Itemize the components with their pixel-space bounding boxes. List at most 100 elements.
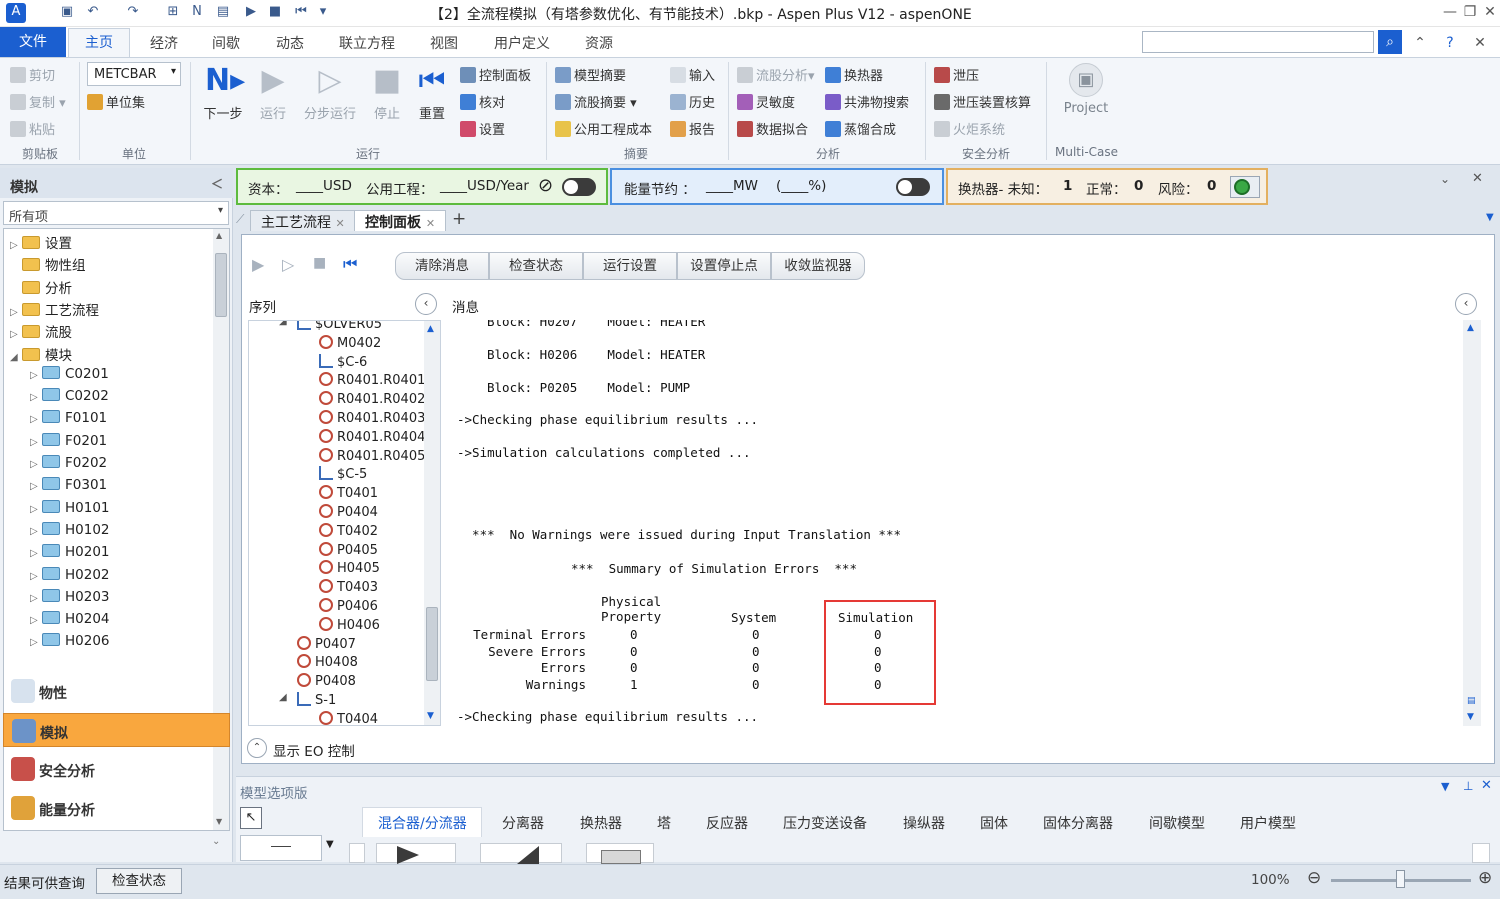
paste-button[interactable]: 粘贴 <box>10 119 55 138</box>
palette-tab-user-models[interactable]: 用户模型 <box>1240 813 1296 833</box>
help-icon[interactable]: ? <box>1440 33 1460 53</box>
step-button[interactable]: ▷ 分步运行 <box>300 63 360 122</box>
model-summary-button[interactable]: 模型摘要 <box>555 65 626 84</box>
expand-arrow-icon[interactable]: ▷ <box>10 240 22 251</box>
expand-arrow-icon[interactable]: ◢ <box>279 692 287 703</box>
redo-icon[interactable]: ↷ <box>124 3 142 21</box>
relief-button[interactable]: 泄压 <box>934 65 979 84</box>
settings-button[interactable]: 设置 <box>460 119 505 138</box>
expand-arrow-icon[interactable]: ◢ <box>279 321 287 327</box>
unit-sets-button[interactable]: 单位集 <box>87 92 145 111</box>
chevron-down-icon[interactable]: ⌄ <box>1440 172 1450 186</box>
sequence-item[interactable]: H0406 <box>319 616 380 633</box>
nav-tree-item[interactable]: ▷ H0201 <box>30 544 110 560</box>
control-panel-button[interactable]: 控制面板 <box>460 65 531 84</box>
nav-tree-item[interactable]: ▷ 工艺流程 <box>10 299 99 319</box>
expand-eo-icon[interactable]: ⌃ <box>247 738 267 758</box>
tab-view[interactable]: 视图 <box>430 33 458 53</box>
palette-scroll-right[interactable] <box>1472 843 1490 863</box>
collapse-sequence-icon[interactable]: ‹ <box>415 293 437 315</box>
sequence-item[interactable]: T0402 <box>319 522 378 539</box>
data-fit-button[interactable]: 数据拟合 <box>737 119 808 138</box>
expand-arrow-icon[interactable]: ▷ <box>30 392 42 403</box>
flare-system-button[interactable]: 火炬系统 <box>934 119 1005 138</box>
tab-batch[interactable]: 间歇 <box>212 33 240 53</box>
unit-set-select[interactable]: METCBAR ▾ <box>87 62 181 86</box>
restore-icon[interactable]: ❐ <box>1460 2 1480 22</box>
pointer-tool-icon[interactable]: ↖ <box>240 807 262 829</box>
nav-properties-button[interactable]: 物性 <box>3 674 230 708</box>
project-button[interactable]: ▣ Project <box>1058 63 1114 116</box>
expand-arrow-icon[interactable]: ▷ <box>10 329 22 340</box>
sequence-item[interactable]: P0404 <box>319 504 378 520</box>
nav-tree-item[interactable]: ▷ H0204 <box>30 611 110 627</box>
model-palette-icon[interactable]: ⊞ <box>164 3 182 21</box>
tab-home[interactable]: 主页 <box>68 28 130 58</box>
close-icon[interactable]: ✕ <box>1480 2 1500 22</box>
stop-button[interactable]: ■ 停止 <box>367 63 407 122</box>
copy-button[interactable]: 复制 ▾ <box>10 92 66 111</box>
expand-arrow-icon[interactable]: ▷ <box>30 637 42 648</box>
expand-arrow-icon[interactable]: ▷ <box>30 437 42 448</box>
zoom-out-icon[interactable]: ⊖ <box>1307 868 1321 888</box>
expand-arrow-icon[interactable]: ▷ <box>30 459 42 470</box>
palette-scroll-left[interactable] <box>349 843 365 863</box>
expand-arrow-icon[interactable]: ▷ <box>30 481 42 492</box>
energy-toggle[interactable] <box>896 178 930 196</box>
run-settings-button[interactable]: 运行设置 <box>583 252 677 280</box>
collapse-ribbon-icon[interactable]: ⌃ <box>1410 33 1430 53</box>
sequence-item[interactable]: ◢ $OLVER05 <box>279 321 382 332</box>
tab-customize[interactable]: 用户定义 <box>494 33 550 53</box>
next-button[interactable]: N▸ 下一步 <box>198 63 248 122</box>
nav-tree-item[interactable]: ▷ C0202 <box>30 388 109 404</box>
distillation-synthesis-button[interactable]: 蒸馏合成 <box>825 119 896 138</box>
tab-main-flowsheet[interactable]: 主工艺流程 ✕ <box>250 210 356 231</box>
messages-scrollbar[interactable]: ▲ ▤ ▼ <box>1463 320 1481 726</box>
minimize-icon[interactable]: — <box>1440 2 1460 22</box>
report-button[interactable]: 报告 <box>670 119 715 138</box>
utility-cost-button[interactable]: 公用工程成本 <box>555 119 652 138</box>
save-icon[interactable]: ▣ <box>58 3 76 21</box>
results-icon[interactable]: ▤ <box>214 3 232 21</box>
nav-tree-item[interactable]: ▷ F0201 <box>30 432 107 449</box>
heat-exchanger-button[interactable]: 换热器 <box>825 65 883 84</box>
palette-tab-mixers[interactable]: 混合器/分流器 <box>378 813 467 833</box>
sequence-item[interactable]: H0408 <box>297 654 358 670</box>
sequence-item[interactable]: P0405 <box>319 541 378 558</box>
input-button[interactable]: 输入 <box>670 65 715 84</box>
close-icon[interactable]: ✕ <box>335 217 344 230</box>
scroll-up-icon[interactable]: ▲ <box>1467 323 1474 333</box>
sequence-item[interactable]: P0408 <box>297 673 356 689</box>
tab-control-panel[interactable]: 控制面板 ✕ <box>354 210 447 231</box>
sequence-item[interactable]: $C-5 <box>319 466 367 482</box>
collapse-nav-icon[interactable]: ＜ <box>211 175 223 192</box>
close-doc-icon[interactable]: ✕ <box>1470 33 1490 53</box>
zoom-in-icon[interactable]: ⊕ <box>1478 868 1492 888</box>
nav-tree-item[interactable]: ▷ H0101 <box>30 499 110 516</box>
set-stop-point-button[interactable]: 设置停止点 <box>677 252 771 280</box>
nav-simulation-button[interactable]: 模拟 <box>3 713 230 747</box>
palette-tab-columns[interactable]: 塔 <box>657 813 671 833</box>
collapse-messages-icon[interactable]: ‹ <box>1455 293 1477 315</box>
palette-tab-batch-models[interactable]: 间歇模型 <box>1149 813 1205 833</box>
tab-equation-oriented[interactable]: 联立方程 <box>339 33 395 53</box>
mixer-model-icon[interactable] <box>376 843 456 864</box>
nav-tree-item[interactable]: 分析 <box>10 277 72 297</box>
fsplit-model-icon[interactable] <box>480 843 562 864</box>
sequence-item[interactable]: H0405 <box>319 560 380 576</box>
add-tab-icon[interactable]: + <box>452 209 466 229</box>
tab-economics[interactable]: 经济 <box>150 33 178 53</box>
palette-tab-manipulators[interactable]: 操纵器 <box>903 813 945 833</box>
run-button[interactable]: ▶ 运行 <box>253 63 293 122</box>
nav-tree-item[interactable]: ▷ 设置 <box>10 232 72 252</box>
reset-icon[interactable]: ⏮ <box>292 3 310 21</box>
sequence-item[interactable]: R0401.R0402 <box>319 391 425 407</box>
reset-icon[interactable]: ⏮ <box>343 254 357 274</box>
sequence-item[interactable]: P0406 <box>319 598 378 614</box>
sequence-item[interactable]: M0402 <box>319 334 381 351</box>
convergence-monitor-button[interactable]: 收敛监视器 <box>771 252 865 280</box>
sequence-item[interactable]: R0401.R0404 <box>319 428 425 445</box>
tab-dynamics[interactable]: 动态 <box>276 33 304 53</box>
nav-tree-item[interactable]: ▷ H0202 <box>30 566 110 583</box>
sequence-item[interactable]: ◢ S-1 <box>279 692 336 708</box>
